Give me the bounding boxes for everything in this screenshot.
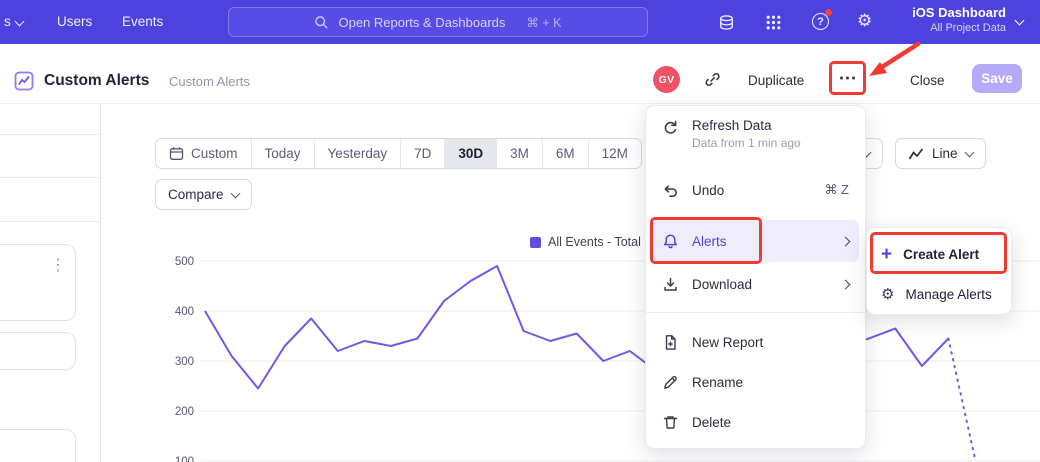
plus-icon: + xyxy=(881,245,892,264)
share-link-icon[interactable] xyxy=(704,71,721,93)
menu-item-alerts[interactable]: Alerts xyxy=(652,220,859,262)
chart-type-dropdown[interactable]: Line xyxy=(895,138,986,169)
keyboard-shortcut: ⌘ Z xyxy=(824,182,849,198)
compare-label: Compare xyxy=(168,187,224,202)
chevron-down-icon xyxy=(1015,16,1025,26)
project-subtitle: All Project Data xyxy=(868,22,1006,34)
date-range-12m[interactable]: 12M xyxy=(588,139,641,168)
save-button[interactable]: Save xyxy=(972,64,1022,93)
svg-text:500: 500 xyxy=(175,256,194,268)
menu-item-undo[interactable]: Undo ⌘ Z xyxy=(646,170,865,210)
menu-item-label: Alerts xyxy=(692,234,727,249)
date-range-3m[interactable]: 3M xyxy=(496,139,542,168)
menu-item-delete[interactable]: Delete xyxy=(646,402,865,442)
chevron-down-icon xyxy=(15,17,25,27)
undo-icon xyxy=(662,182,679,199)
duplicate-button[interactable]: Duplicate xyxy=(748,73,804,88)
nav-item-truncated[interactable]: s xyxy=(4,14,11,29)
close-button[interactable]: Close xyxy=(910,73,945,88)
menu-item-new-report[interactable]: New Report xyxy=(646,322,865,362)
context-menu: Refresh Data Data from 1 min ago Undo ⌘ … xyxy=(645,105,866,449)
top-nav: s Users Events Open Reports & Dashboards… xyxy=(0,0,1040,44)
nav-item-events[interactable]: Events xyxy=(122,14,163,29)
submenu-item-create-alert[interactable]: + Create Alert xyxy=(867,234,1011,274)
menu-item-label: Undo xyxy=(692,183,724,198)
search-icon xyxy=(314,15,329,30)
alerts-submenu: + Create Alert ⚙ Manage Alerts xyxy=(866,227,1012,315)
submenu-item-label: Manage Alerts xyxy=(905,287,991,302)
sidebar-row-divider xyxy=(0,221,100,222)
sidebar-divider xyxy=(100,104,101,462)
sidebar-row-divider xyxy=(0,177,100,178)
report-type-icon xyxy=(14,71,34,96)
svg-text:400: 400 xyxy=(175,306,194,318)
gear-icon: ⚙ xyxy=(881,287,894,302)
menu-item-label: Delete xyxy=(692,415,731,430)
date-range-label: Custom xyxy=(191,146,238,161)
date-range-7d[interactable]: 7D xyxy=(400,139,444,168)
menu-divider xyxy=(646,312,865,313)
bell-icon xyxy=(662,233,679,250)
svg-text:200: 200 xyxy=(175,406,194,418)
more-options-button[interactable]: ⋯ xyxy=(839,69,857,87)
search-placeholder: Open Reports & Dashboards xyxy=(338,15,505,30)
project-switcher[interactable]: iOS Dashboard All Project Data xyxy=(868,5,1006,34)
svg-text:100: 100 xyxy=(175,456,194,462)
sidebar-card[interactable] xyxy=(0,429,76,462)
calendar-icon xyxy=(169,146,184,161)
menu-item-label: Download xyxy=(692,277,752,292)
sidebar-card[interactable] xyxy=(0,332,76,370)
submenu-item-label: Create Alert xyxy=(903,247,979,262)
report-header: Custom Alerts Custom Alerts GV Duplicate… xyxy=(0,44,1040,104)
trash-icon xyxy=(662,414,679,431)
avatar[interactable]: GV xyxy=(653,66,680,93)
data-management-icon[interactable] xyxy=(717,13,735,31)
menu-item-rename[interactable]: Rename xyxy=(646,362,865,402)
menu-item-download[interactable]: Download xyxy=(646,264,865,304)
compare-button[interactable]: Compare xyxy=(155,179,252,210)
notification-dot xyxy=(825,9,832,16)
chevron-right-icon xyxy=(841,236,851,246)
menu-item-label: Refresh Data xyxy=(692,118,801,133)
menu-item-label: Rename xyxy=(692,375,743,390)
line-chart-icon xyxy=(908,146,924,162)
menu-item-refresh-data[interactable]: Refresh Data Data from 1 min ago xyxy=(646,116,865,158)
date-range-30d-selected[interactable]: 30D xyxy=(444,139,496,168)
date-range-6m[interactable]: 6M xyxy=(542,139,588,168)
kebab-menu-icon[interactable]: ⋮ xyxy=(50,258,66,274)
search-shortcut-hint: ⌘ + K xyxy=(526,15,561,30)
chevron-down-icon xyxy=(230,188,240,198)
refresh-icon xyxy=(662,120,679,137)
pencil-icon xyxy=(662,374,679,391)
date-range-custom[interactable]: Custom xyxy=(156,139,251,168)
page-title: Custom Alerts xyxy=(44,72,149,90)
submenu-item-manage-alerts[interactable]: ⚙ Manage Alerts xyxy=(867,274,1011,314)
chevron-down-icon xyxy=(964,147,974,157)
nav-item-users[interactable]: Users xyxy=(57,14,92,29)
menu-item-label: New Report xyxy=(692,335,763,350)
chevron-right-icon xyxy=(841,279,851,289)
sidebar-card[interactable] xyxy=(0,244,76,321)
date-range-yesterday[interactable]: Yesterday xyxy=(314,139,401,168)
svg-text:300: 300 xyxy=(175,356,194,368)
menu-item-subtitle: Data from 1 min ago xyxy=(692,136,801,150)
annotation-box-more: ⋯ xyxy=(829,61,866,95)
project-title: iOS Dashboard xyxy=(868,5,1006,20)
date-range-today[interactable]: Today xyxy=(251,139,314,168)
global-search-input[interactable]: Open Reports & Dashboards ⌘ + K xyxy=(228,7,648,37)
app-window: s Users Events Open Reports & Dashboards… xyxy=(0,0,1040,462)
apps-grid-icon[interactable] xyxy=(764,13,782,31)
chart-type-label: Line xyxy=(932,146,958,161)
new-report-icon xyxy=(662,334,679,351)
download-icon xyxy=(662,276,679,293)
date-range-selector: Custom Today Yesterday 7D 30D 3M 6M 12M xyxy=(155,138,642,169)
breadcrumb[interactable]: Custom Alerts xyxy=(169,74,250,89)
sidebar-row-divider xyxy=(0,134,100,135)
